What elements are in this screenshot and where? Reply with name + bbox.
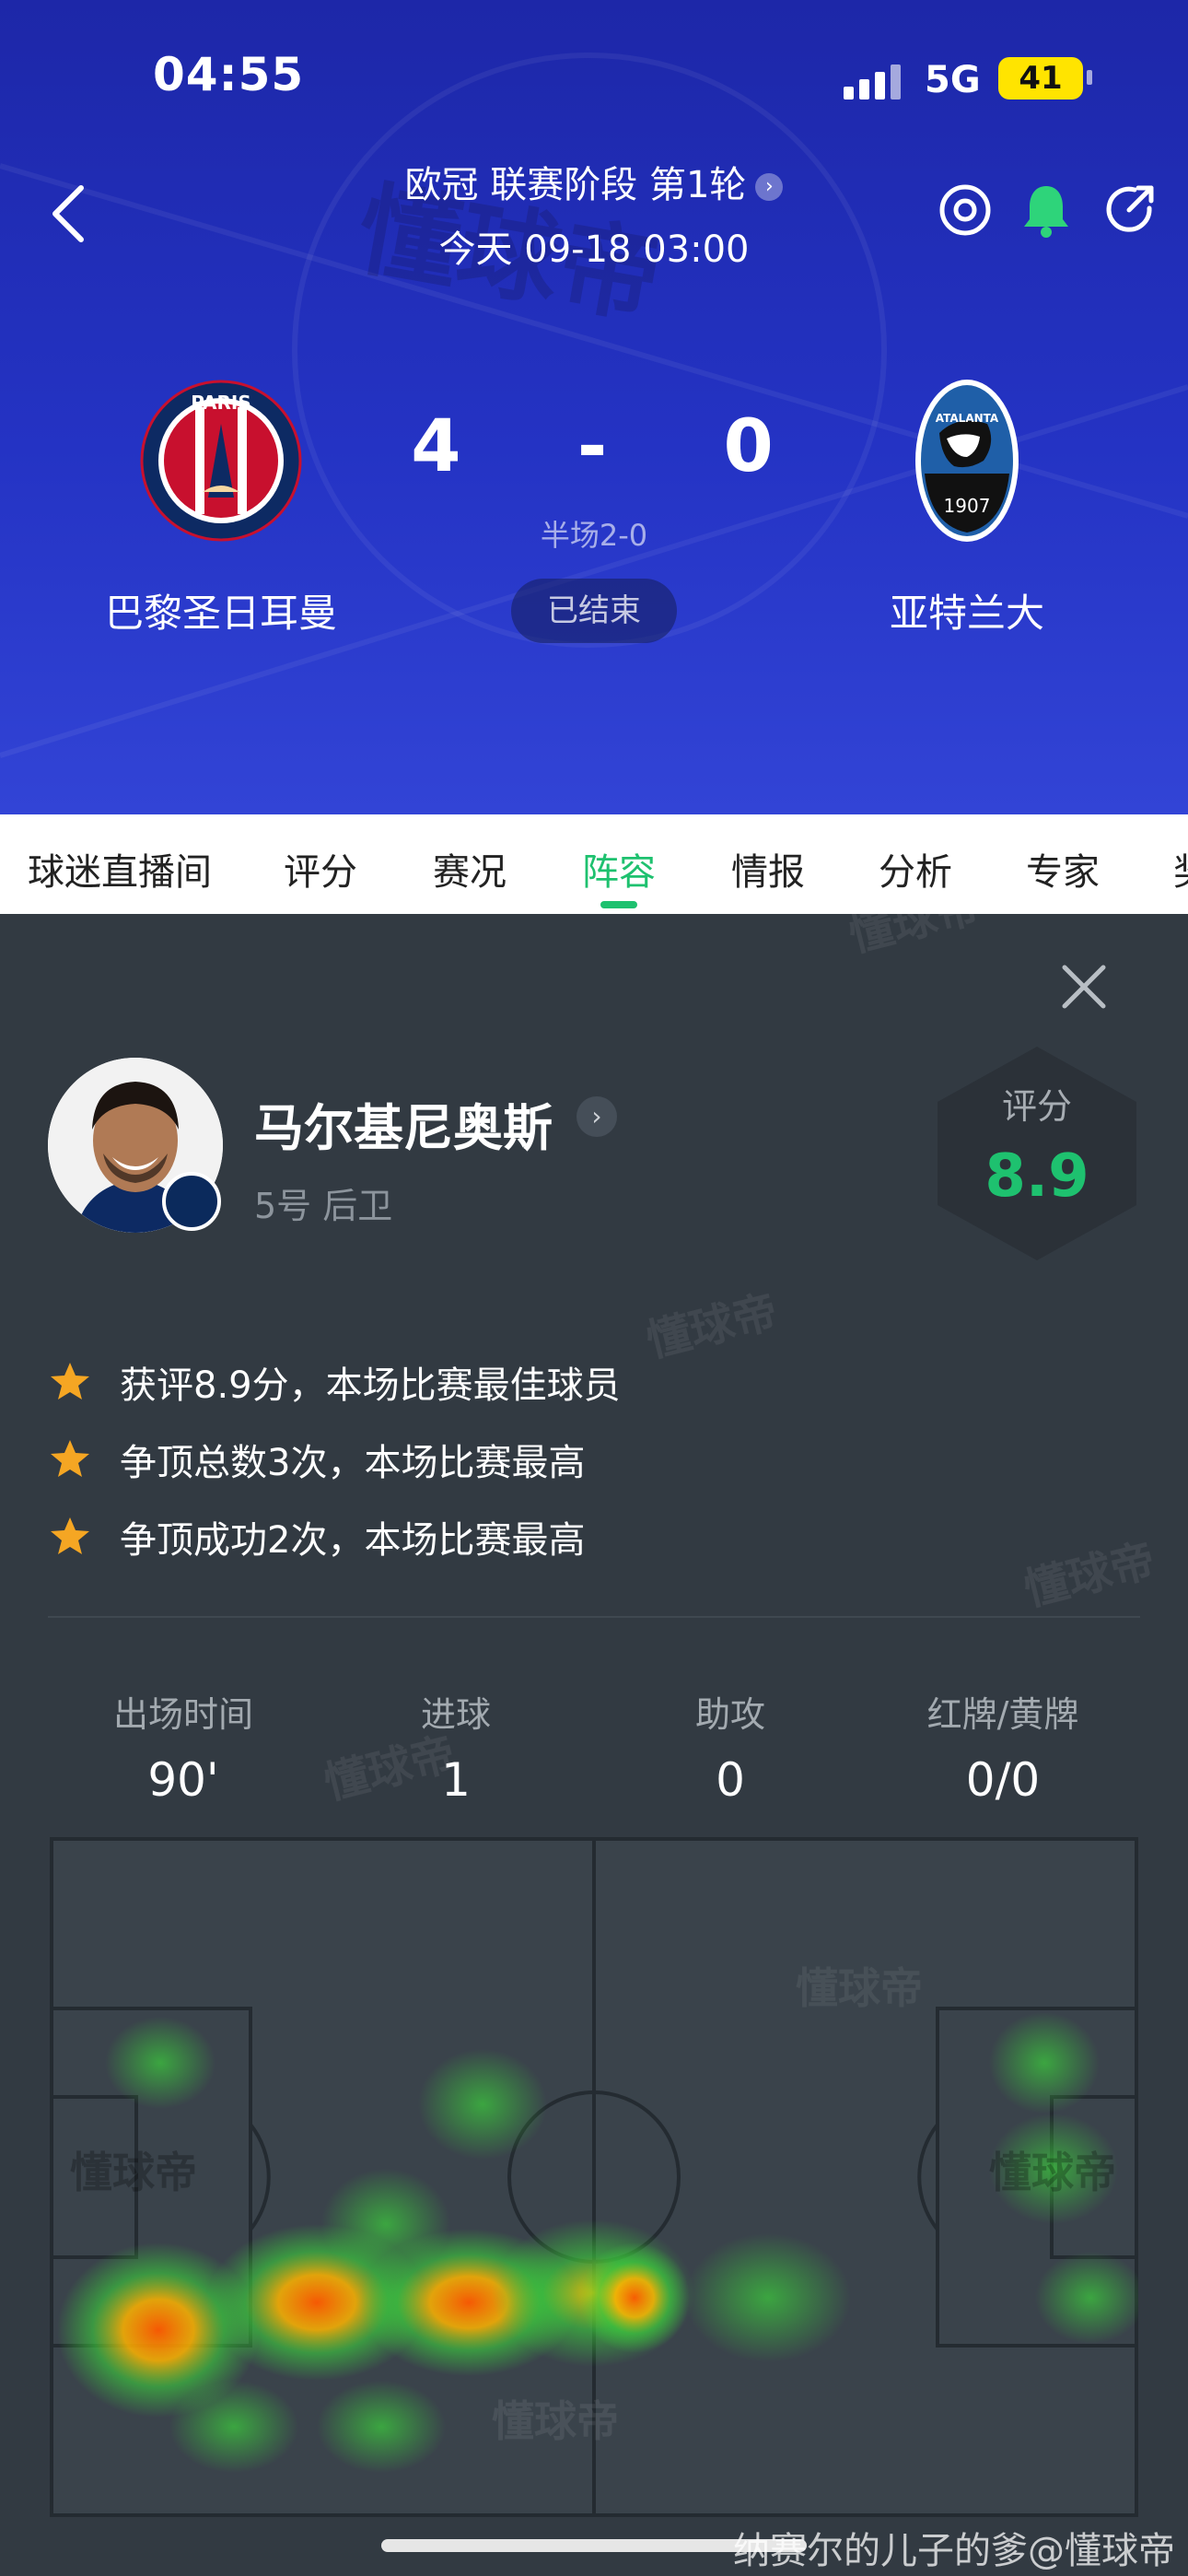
- share-icon[interactable]: [1101, 181, 1160, 240]
- stat-minutes: 出场时间 90': [50, 1686, 317, 1807]
- stat-label: 进球: [420, 1694, 491, 1735]
- stat-value: 0: [716, 1753, 745, 1807]
- stat-label: 出场时间: [112, 1694, 253, 1735]
- match-header: 懂球帝 04:55 5G 41 欧冠 联赛阶段 第1轮 › 今天 09-18 03…: [0, 0, 1188, 814]
- rating-label: 评分: [1001, 1086, 1072, 1127]
- tab-analysis[interactable]: 分析: [879, 842, 952, 896]
- battery-tip: [1087, 70, 1092, 85]
- home-score: 4: [411, 405, 465, 488]
- player-name[interactable]: 马尔基尼奥斯: [254, 1087, 553, 1160]
- stat-label: 助攻: [694, 1694, 765, 1735]
- heatmap-pitch: 懂球帝 懂球帝 懂球帝 懂球帝: [50, 1837, 1138, 2517]
- tab-experts[interactable]: 专家: [1026, 842, 1100, 896]
- highlight-text: 争顶成功2次，本场比赛最高: [120, 1519, 586, 1562]
- star-icon: [51, 1517, 89, 1554]
- pitch-watermark: 懂球帝: [70, 2148, 197, 2197]
- away-score: 0: [723, 405, 777, 488]
- close-icon[interactable]: [1057, 960, 1111, 1013]
- network-type: 5G: [925, 59, 981, 101]
- player-number-position: 5号 后卫: [254, 1186, 393, 1226]
- stat-value: 90': [147, 1753, 219, 1807]
- target-icon[interactable]: [936, 181, 995, 240]
- credit-text: 纳赛尔的儿子的爹@懂球帝: [733, 2530, 1175, 2572]
- chevron-right-icon[interactable]: ›: [577, 1096, 617, 1137]
- divider: [48, 1616, 1140, 1618]
- home-team-name[interactable]: 巴黎圣日耳曼: [74, 582, 368, 638]
- active-tab-indicator: [600, 901, 637, 908]
- tab-fan-live[interactable]: 球迷直播间: [28, 842, 212, 896]
- star-icon: [51, 1440, 89, 1477]
- atalanta-logo[interactable]: ATALANTA 1907: [884, 378, 1050, 544]
- chevron-right-icon: ›: [755, 173, 784, 201]
- battery-level: 41: [998, 57, 1083, 100]
- highlight-text: 获评8.9分，本场比赛最佳球员: [120, 1364, 621, 1407]
- stat-cards: 红牌/黄牌 0/0: [869, 1686, 1136, 1807]
- tab-more[interactable]: 奖: [1173, 842, 1188, 896]
- pitch-watermark: 懂球帝: [492, 2396, 619, 2446]
- competition-link[interactable]: 欧冠 联赛阶段 第1轮 ›: [0, 155, 1188, 208]
- match-datetime: 今天 09-18 03:00: [438, 228, 750, 271]
- tab-lineup[interactable]: 阵容: [582, 842, 656, 896]
- atalanta-logo-text: ATALANTA: [936, 412, 999, 425]
- stat-label: 红牌/黄牌: [926, 1694, 1079, 1735]
- star-icon: [51, 1363, 89, 1399]
- tab-ratings[interactable]: 评分: [284, 842, 357, 896]
- tab-intel[interactable]: 情报: [731, 842, 805, 896]
- rating-value: 8.9: [984, 1142, 1089, 1211]
- signal-icon: [844, 64, 901, 100]
- highlight-item: 获评8.9分，本场比赛最佳球员: [48, 1354, 1153, 1410]
- bell-icon[interactable]: [1017, 181, 1076, 240]
- highlight-item: 争顶成功2次，本场比赛最高: [48, 1509, 1153, 1564]
- stat-value: 0/0: [965, 1753, 1041, 1807]
- tab-bar: 球迷直播间 评分 赛况 阵容 情报 分析 专家 奖: [0, 814, 1188, 914]
- pitch-watermark: 懂球帝: [989, 2148, 1116, 2197]
- status-time: 04:55: [153, 48, 305, 101]
- pitch-watermark: 懂球帝: [796, 1963, 923, 2013]
- stat-assists: 助攻 0: [597, 1686, 864, 1807]
- highlight-text: 争顶总数3次，本场比赛最高: [120, 1442, 586, 1484]
- away-team-name[interactable]: 亚特兰大: [820, 582, 1114, 638]
- highlight-item: 争顶总数3次，本场比赛最高: [48, 1432, 1153, 1487]
- stat-value: 1: [441, 1753, 471, 1807]
- competition-name: 欧冠 联赛阶段 第1轮: [404, 164, 747, 206]
- team-badge-icon: [162, 1172, 221, 1231]
- tab-live-events[interactable]: 赛况: [433, 842, 507, 896]
- stat-goals: 进球 1: [322, 1686, 589, 1807]
- atalanta-logo-year: 1907: [944, 495, 991, 517]
- match-status: 已结束: [511, 579, 677, 643]
- score-separator: -: [577, 405, 611, 488]
